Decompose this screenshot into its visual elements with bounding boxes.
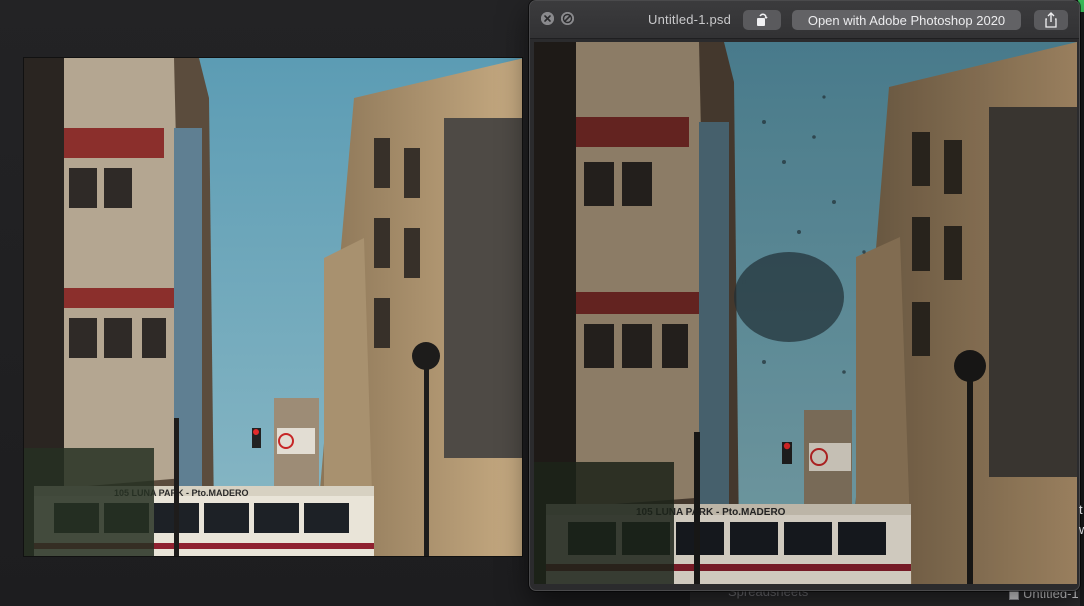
quick-look-window: Untitled-1.psd Open with Adobe Photoshop…: [529, 0, 1080, 591]
background-window-text: tw: [1079, 502, 1084, 537]
rotate-button[interactable]: [743, 10, 781, 30]
rotate-icon: [757, 13, 768, 26]
close-icon: [541, 12, 554, 25]
street-photo-preview: 105 LUNA PARK - Pto.MADERO: [534, 42, 1077, 584]
original-photo: 105 LUNA PARK - Pto.MADERO: [23, 57, 523, 557]
window-title: Untitled-1.psd: [648, 12, 732, 27]
share-icon: [1045, 12, 1057, 28]
desktop-background: 105 LUNA PARK - Pto.MADERO Spreadsheets …: [0, 0, 1084, 606]
fullscreen-button[interactable]: [561, 12, 574, 25]
open-with-button[interactable]: Open with Adobe Photoshop 2020: [792, 10, 1021, 30]
share-button[interactable]: [1034, 10, 1068, 30]
fullscreen-icon: [561, 12, 574, 25]
street-photo-left: 105 LUNA PARK - Pto.MADERO: [24, 58, 522, 556]
window-titlebar[interactable]: Untitled-1.psd Open with Adobe Photoshop…: [530, 1, 1079, 39]
preview-image: 105 LUNA PARK - Pto.MADERO: [534, 42, 1077, 584]
close-button[interactable]: [541, 12, 554, 25]
